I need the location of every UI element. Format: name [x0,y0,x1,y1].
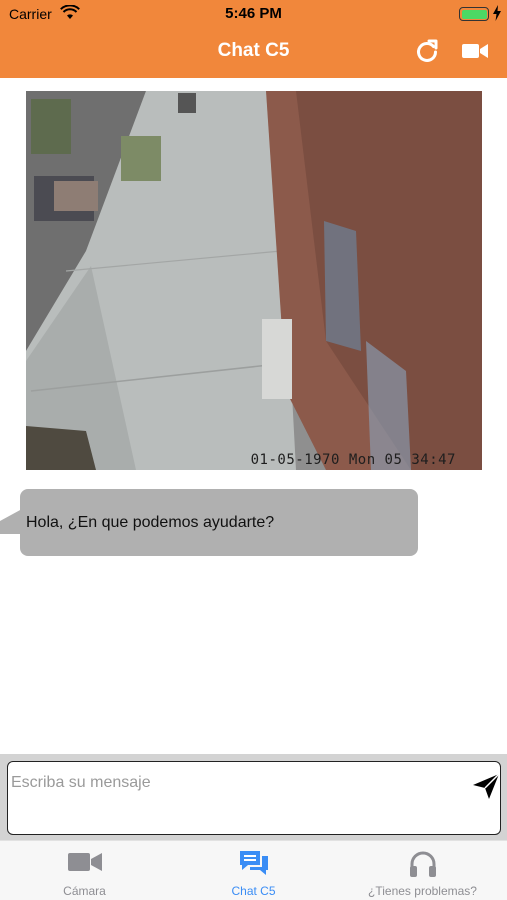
message-input[interactable] [11,774,451,792]
tab-chat-c5[interactable]: Chat C5 [169,841,338,900]
tab-label-camara: Cámara [63,884,106,898]
tab-camara[interactable]: Cámara [0,841,169,900]
status-bar: Carrier 5:46 PM [0,0,507,28]
refresh-icon[interactable] [413,38,441,64]
tab-label-chat: Chat C5 [231,884,276,898]
send-icon[interactable] [471,771,501,801]
chat-bubbles-icon [239,851,268,875]
charging-bolt-icon [493,5,501,21]
header: Carrier 5:46 PM Chat C5 [0,0,507,78]
composer-box [7,761,501,835]
camera-snapshot [26,91,482,470]
message-text: Hola, ¿En que podemos ayudarte? [26,514,275,531]
tab-tienes-problemas[interactable]: ¿Tienes problemas? [338,841,507,900]
battery-icon [459,7,489,21]
bubble-tail [0,509,22,534]
composer-bar [0,754,507,840]
video-camera-icon[interactable] [461,38,489,64]
tab-label-problemas: ¿Tienes problemas? [368,884,477,898]
tab-bar: Cámara Chat C5 ¿Tienes problemas? [0,840,507,900]
video-camera-icon [67,853,102,871]
camera-timestamp: 01-05-1970 Mon 05 34:47 [250,452,456,468]
camera-feed: 01-05-1970 Mon 05 34:47 [26,91,482,470]
headphones-icon [409,851,436,877]
status-time: 5:46 PM [225,5,282,22]
message-bubble: Hola, ¿En que podemos ayudarte? [20,489,418,556]
